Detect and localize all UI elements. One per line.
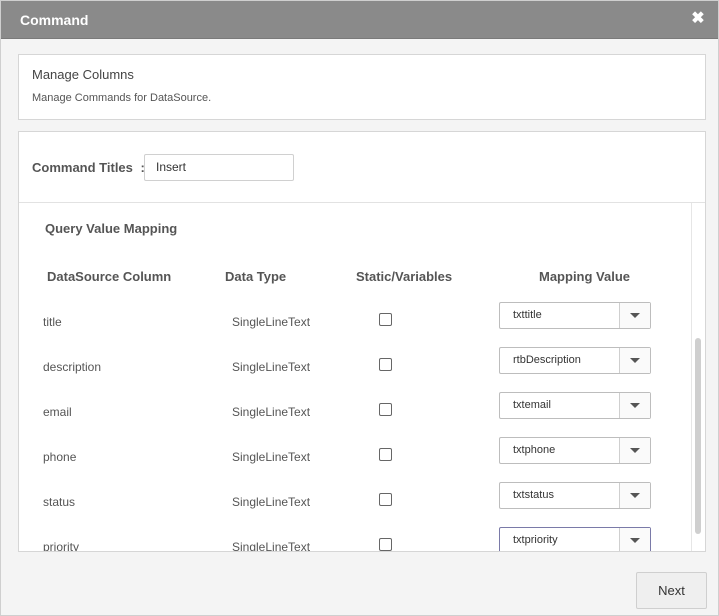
table-row: title SingleLineText txttitle: [19, 302, 691, 347]
table-row: priority SingleLineText txtpriority: [19, 527, 691, 552]
header-static-variables: Static/Variables: [356, 269, 453, 284]
datasource-column-cell: phone: [43, 450, 77, 464]
table-row: phone SingleLineText txtphone: [19, 437, 691, 482]
mapping-value-text: txttitle: [513, 309, 542, 321]
mapping-value-text: rtbDescription: [513, 354, 581, 366]
table-row: description SingleLineText rtbDescriptio…: [19, 347, 691, 392]
chevron-down-icon: [630, 358, 640, 363]
dropdown-button[interactable]: [619, 483, 650, 508]
manage-columns-panel: Manage Columns Manage Commands for DataS…: [18, 54, 706, 120]
static-variables-checkbox[interactable]: [379, 448, 392, 461]
chevron-down-icon: [630, 448, 640, 453]
static-variables-checkbox[interactable]: [379, 493, 392, 506]
chevron-down-icon: [630, 403, 640, 408]
mapping-value-dropdown[interactable]: txtphone: [499, 437, 651, 464]
dropdown-button[interactable]: [619, 528, 650, 551]
data-type-cell: SingleLineText: [232, 405, 311, 419]
mapping-value-text: txtpriority: [513, 534, 558, 546]
static-variables-checkbox[interactable]: [379, 403, 392, 416]
header-datasource-column: DataSource Column: [47, 269, 172, 284]
dropdown-button[interactable]: [619, 303, 650, 328]
chevron-down-icon: [630, 493, 640, 498]
mapping-value-text: txtemail: [513, 399, 551, 411]
dropdown-button[interactable]: [619, 393, 650, 418]
datasource-column-cell: priority: [43, 540, 80, 552]
header-data-type: Data Type: [225, 269, 287, 284]
data-type-cell: SingleLineText: [232, 450, 311, 464]
data-type-cell: SingleLineText: [232, 360, 311, 374]
command-titles-text: Command Titles: [32, 160, 133, 175]
mapping-value-dropdown[interactable]: txtemail: [499, 392, 651, 419]
query-mapping-scroll-area[interactable]: Query Value Mapping DataSource Column Da…: [19, 203, 705, 552]
query-value-mapping-heading: Query Value Mapping: [45, 221, 178, 236]
data-type-cell: SingleLineText: [232, 540, 311, 552]
static-variables-checkbox[interactable]: [379, 313, 392, 326]
chevron-down-icon: [630, 538, 640, 543]
vertical-scrollbar[interactable]: [691, 203, 705, 551]
dropdown-button[interactable]: [619, 348, 650, 373]
datasource-column-cell: email: [43, 405, 72, 419]
command-panel: Command Titles : Insert Query Value Mapp…: [18, 131, 706, 552]
header-mapping-value: Mapping Value: [539, 269, 631, 284]
chevron-down-icon: [630, 313, 640, 318]
mapping-value-dropdown[interactable]: txtpriority: [499, 527, 651, 551]
data-type-cell: SingleLineText: [232, 495, 311, 509]
mapping-value-dropdown[interactable]: txtstatus: [499, 482, 651, 509]
mapping-value-dropdown[interactable]: txttitle: [499, 302, 651, 329]
datasource-column-cell: status: [43, 495, 76, 509]
table-row: email SingleLineText txtemail: [19, 392, 691, 437]
dropdown-button[interactable]: [619, 438, 650, 463]
static-variables-checkbox[interactable]: [379, 538, 392, 551]
close-icon[interactable]: ✖: [691, 10, 705, 28]
next-button[interactable]: Next: [636, 572, 707, 609]
dialog-title: Command: [20, 12, 89, 28]
mapping-value-dropdown[interactable]: rtbDescription: [499, 347, 651, 374]
command-title-input[interactable]: Insert: [144, 154, 294, 181]
mapping-value-text: txtphone: [513, 444, 556, 456]
command-titles-label: Command Titles :: [32, 160, 145, 175]
command-dialog: Command ✖ Manage Columns Manage Commands…: [0, 0, 719, 616]
mapping-value-text: txtstatus: [513, 489, 554, 501]
datasource-column-cell: title: [43, 315, 62, 329]
data-type-cell: SingleLineText: [232, 315, 311, 329]
dialog-titlebar: Command ✖: [1, 1, 718, 39]
manage-columns-description: Manage Commands for DataSource.: [32, 92, 212, 104]
scrollbar-thumb[interactable]: [695, 338, 701, 534]
static-variables-checkbox[interactable]: [379, 358, 392, 371]
datasource-column-cell: description: [43, 360, 102, 374]
manage-columns-heading: Manage Columns: [32, 67, 134, 82]
table-row: status SingleLineText txtstatus: [19, 482, 691, 527]
